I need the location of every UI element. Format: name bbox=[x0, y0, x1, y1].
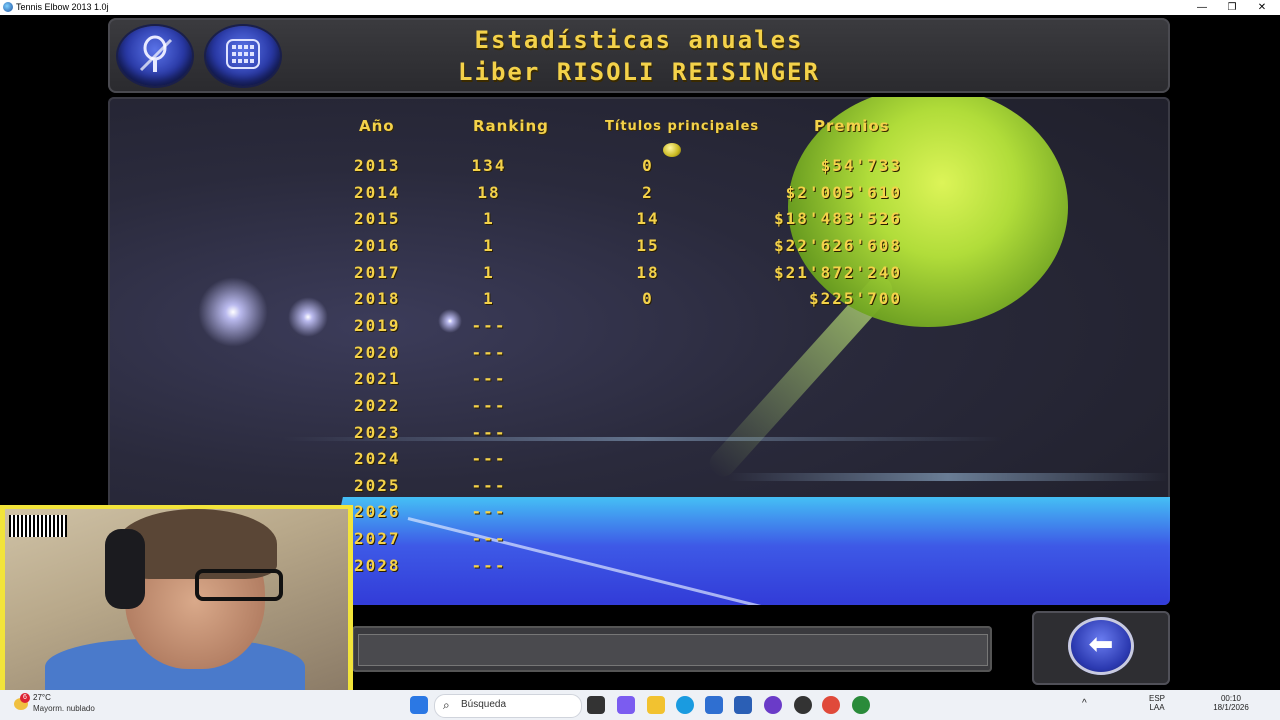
row-2025-year: 2025 bbox=[354, 475, 401, 495]
row-2013-prize: $54'733 bbox=[820, 156, 902, 175]
row-2014-titles: 2 bbox=[642, 182, 654, 202]
message-bar bbox=[352, 626, 992, 672]
row-2028-year: 2028 bbox=[354, 555, 401, 575]
chevron-up-icon[interactable]: ^ bbox=[1082, 698, 1087, 709]
row-2017-ranking: 1 bbox=[483, 262, 495, 282]
header-panel: Estadísticas anuales Liber RISOLI REISIN… bbox=[108, 18, 1170, 93]
row-2024-year: 2024 bbox=[354, 449, 401, 469]
task-view-icon[interactable] bbox=[587, 696, 605, 714]
webcam-feed bbox=[5, 509, 348, 690]
row-2018-titles: 0 bbox=[642, 289, 654, 309]
chrome-icon[interactable] bbox=[822, 696, 840, 714]
row-2018-ranking: 1 bbox=[483, 289, 495, 309]
tennis-elbow-taskbar-icon[interactable] bbox=[852, 696, 870, 714]
row-2028-ranking: --- bbox=[471, 555, 507, 575]
weather-temp: 27°C bbox=[33, 693, 51, 702]
row-2013-titles: 0 bbox=[642, 156, 654, 175]
recording-app-icon[interactable] bbox=[794, 696, 812, 714]
row-2024-ranking: --- bbox=[471, 449, 507, 469]
window-title: Tennis Elbow 2013 1.0j bbox=[16, 2, 109, 12]
minimize-button[interactable]: — bbox=[1187, 0, 1217, 15]
back-arrow-icon: ⬅ bbox=[1088, 627, 1114, 662]
row-2014-prize: $2'005'610 bbox=[785, 182, 902, 202]
row-2027-ranking: --- bbox=[471, 529, 507, 549]
row-2015-year: 2015 bbox=[354, 209, 401, 229]
clock-date: 18/1/2026 bbox=[1213, 703, 1249, 712]
row-2015-prize: $18'483'526 bbox=[774, 209, 902, 229]
row-2015-titles: 14 bbox=[636, 209, 660, 229]
row-2017-titles: 18 bbox=[636, 262, 660, 282]
row-2026-year: 2026 bbox=[354, 502, 401, 522]
row-2026-ranking: --- bbox=[471, 502, 507, 522]
weather-description: Mayorm. nublado bbox=[33, 704, 95, 713]
start-icon[interactable] bbox=[410, 696, 428, 714]
row-2013-ranking: 134 bbox=[471, 156, 507, 175]
file-explorer-icon[interactable] bbox=[647, 696, 665, 714]
row-2014-year: 2014 bbox=[354, 182, 401, 202]
close-button[interactable]: ✕ bbox=[1247, 0, 1277, 15]
edge-icon[interactable] bbox=[676, 696, 694, 714]
row-2017-year: 2017 bbox=[354, 262, 401, 282]
taskbar-search[interactable]: ⌕ Búsqueda bbox=[434, 694, 582, 718]
row-2022-year: 2022 bbox=[354, 395, 401, 415]
store-icon[interactable] bbox=[705, 696, 723, 714]
clock-time: 00:10 bbox=[1220, 694, 1242, 703]
trophy-ball-icon bbox=[663, 143, 681, 157]
row-2020-year: 2020 bbox=[354, 342, 401, 362]
back-panel: ⬅ bbox=[1032, 611, 1170, 685]
column-header-prize: Premios bbox=[814, 117, 890, 135]
back-button[interactable]: ⬅ bbox=[1068, 617, 1134, 675]
game-viewport: Estadísticas anuales Liber RISOLI REISIN… bbox=[0, 15, 1280, 690]
word-icon[interactable] bbox=[734, 696, 752, 714]
row-2018-year: 2018 bbox=[354, 289, 401, 309]
search-icon: ⌕ bbox=[443, 698, 450, 712]
column-header-year: Año bbox=[359, 117, 395, 135]
row-2016-prize: $22'626'608 bbox=[774, 235, 902, 255]
row-2023-year: 2023 bbox=[354, 422, 401, 442]
row-2020-ranking: --- bbox=[471, 342, 507, 362]
row-2016-titles: 15 bbox=[636, 235, 660, 255]
app-icon bbox=[3, 2, 13, 12]
row-2017-prize: $21'872'240 bbox=[774, 262, 902, 282]
glasses bbox=[195, 569, 283, 601]
notification-badge: 6 bbox=[20, 693, 30, 703]
language-indicator[interactable]: ESP LAA bbox=[1146, 694, 1168, 712]
row-2015-ranking: 1 bbox=[483, 209, 495, 229]
row-2021-ranking: --- bbox=[471, 369, 507, 389]
copilot-icon[interactable] bbox=[617, 696, 635, 714]
row-2014-ranking: 18 bbox=[477, 182, 501, 202]
search-placeholder: Búsqueda bbox=[461, 699, 507, 710]
taskbar: 6 27°C Mayorm. nublado ⌕ Búsqueda ^ ESP … bbox=[0, 690, 1280, 720]
row-2022-ranking: --- bbox=[471, 395, 507, 415]
barcode-sticker bbox=[9, 515, 67, 537]
language-code: ESP bbox=[1148, 694, 1165, 703]
row-2016-ranking: 1 bbox=[483, 235, 495, 255]
page-title: Estadísticas anuales bbox=[474, 26, 804, 54]
language-layout: LAA bbox=[1149, 703, 1165, 712]
row-2018-prize: $225'700 bbox=[808, 289, 902, 309]
column-header-ranking: Ranking bbox=[473, 117, 549, 135]
twitch-icon[interactable] bbox=[764, 696, 782, 714]
webcam-overlay bbox=[0, 505, 353, 690]
player-name: Liber RISOLI REISINGER bbox=[458, 58, 820, 86]
column-header-titles: Títulos principales bbox=[605, 119, 760, 134]
maximize-button[interactable]: ❐ bbox=[1217, 0, 1247, 15]
row-2027-year: 2027 bbox=[354, 529, 401, 549]
row-2019-ranking: --- bbox=[471, 315, 507, 335]
row-2025-ranking: --- bbox=[471, 475, 507, 495]
row-2016-year: 2016 bbox=[354, 235, 401, 255]
window-titlebar: Tennis Elbow 2013 1.0j — ❐ ✕ bbox=[0, 0, 1280, 15]
row-2023-ranking: --- bbox=[471, 422, 507, 442]
clock[interactable]: 00:10 18/1/2026 bbox=[1207, 694, 1255, 712]
headset bbox=[105, 529, 145, 609]
row-2021-year: 2021 bbox=[354, 369, 401, 389]
row-2019-year: 2019 bbox=[354, 315, 401, 335]
row-2013-year: 2013 bbox=[354, 156, 401, 175]
message-field bbox=[358, 634, 988, 666]
